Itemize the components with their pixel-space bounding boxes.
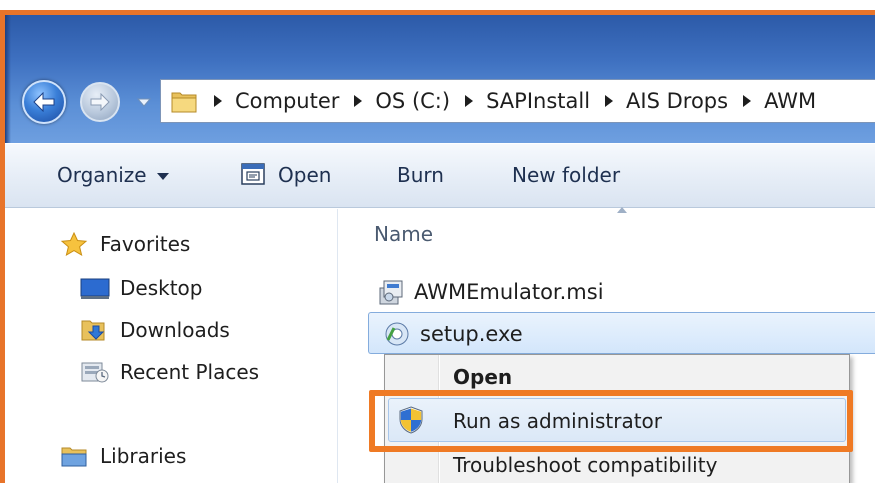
nav-favorites[interactable]: Favorites	[60, 232, 190, 256]
nav-libraries[interactable]: Libraries	[60, 444, 186, 468]
sort-ascending-icon	[617, 207, 627, 213]
caret-down-icon	[156, 173, 169, 180]
new-folder-label: New folder	[512, 163, 621, 187]
star-icon	[60, 232, 88, 256]
burn-button[interactable]: Burn	[397, 163, 444, 187]
open-window-icon[interactable]	[240, 162, 266, 186]
breadcrumb-awm[interactable]: AWM	[728, 89, 816, 113]
forward-button[interactable]	[80, 82, 120, 122]
recent-places-icon	[81, 362, 109, 383]
folder-icon	[171, 92, 197, 113]
address-bar[interactable]: Computer OS (C:) SAPInstall AIS Drops AW…	[160, 79, 875, 123]
nav-item-desktop[interactable]: Desktop	[80, 276, 202, 300]
desktop-icon	[80, 278, 110, 299]
file-name: AWMEmulator.msi	[414, 280, 604, 304]
callout-highlight-box	[369, 390, 853, 452]
nav-item-downloads[interactable]: Downloads	[80, 318, 230, 342]
menu-item-open[interactable]: Open	[453, 365, 512, 389]
arrow-left-icon	[33, 92, 55, 112]
breadcrumb-os-c[interactable]: OS (C:)	[339, 89, 450, 113]
organize-label: Organize	[57, 163, 147, 187]
file-row-selected[interactable]: setup.exe	[382, 320, 523, 348]
command-bar: Organize Open Burn New folder	[5, 143, 875, 208]
chevron-right-icon[interactable]	[742, 95, 752, 107]
libraries-icon	[61, 447, 87, 467]
breadcrumb-label[interactable]: AIS Drops	[626, 89, 728, 113]
msi-installer-icon	[379, 280, 403, 305]
file-name: setup.exe	[420, 322, 523, 346]
nav-label: Downloads	[120, 318, 230, 342]
menu-item-troubleshoot-compatibility[interactable]: Troubleshoot compatibility	[453, 453, 717, 477]
titlebar-edge	[5, 15, 11, 143]
nav-label: Desktop	[120, 276, 203, 300]
nav-label: Libraries	[100, 444, 187, 468]
chevron-right-icon[interactable]	[604, 95, 614, 107]
breadcrumb-sapinstall[interactable]: SAPInstall	[450, 89, 590, 113]
nav-label: Favorites	[100, 232, 191, 256]
recent-pages-dropdown-icon[interactable]	[137, 96, 151, 108]
breadcrumb-label[interactable]: Computer	[235, 89, 339, 113]
nav-label: Recent Places	[120, 360, 260, 384]
breadcrumb-ais-drops[interactable]: AIS Drops	[590, 89, 728, 113]
burn-label: Burn	[397, 163, 444, 187]
downloads-icon	[81, 320, 105, 341]
breadcrumb-label[interactable]: OS (C:)	[375, 89, 450, 113]
organize-button[interactable]: Organize	[57, 163, 169, 187]
arrow-right-icon	[90, 93, 110, 111]
column-header-name[interactable]: Name	[374, 222, 433, 246]
setup-exe-icon	[385, 322, 409, 346]
back-button[interactable]	[22, 80, 66, 124]
breadcrumb-computer[interactable]: Computer	[199, 89, 339, 113]
breadcrumb-label[interactable]: AWM	[764, 89, 816, 113]
nav-item-recent-places[interactable]: Recent Places	[80, 360, 259, 384]
file-row[interactable]: AWMEmulator.msi	[376, 278, 604, 306]
chevron-right-icon[interactable]	[353, 95, 363, 107]
breadcrumb-label[interactable]: SAPInstall	[486, 89, 590, 113]
chevron-right-icon[interactable]	[464, 95, 474, 107]
chevron-right-icon[interactable]	[213, 95, 223, 107]
open-label: Open	[278, 163, 332, 187]
new-folder-button[interactable]: New folder	[512, 163, 620, 187]
open-button[interactable]: Open	[278, 163, 331, 187]
